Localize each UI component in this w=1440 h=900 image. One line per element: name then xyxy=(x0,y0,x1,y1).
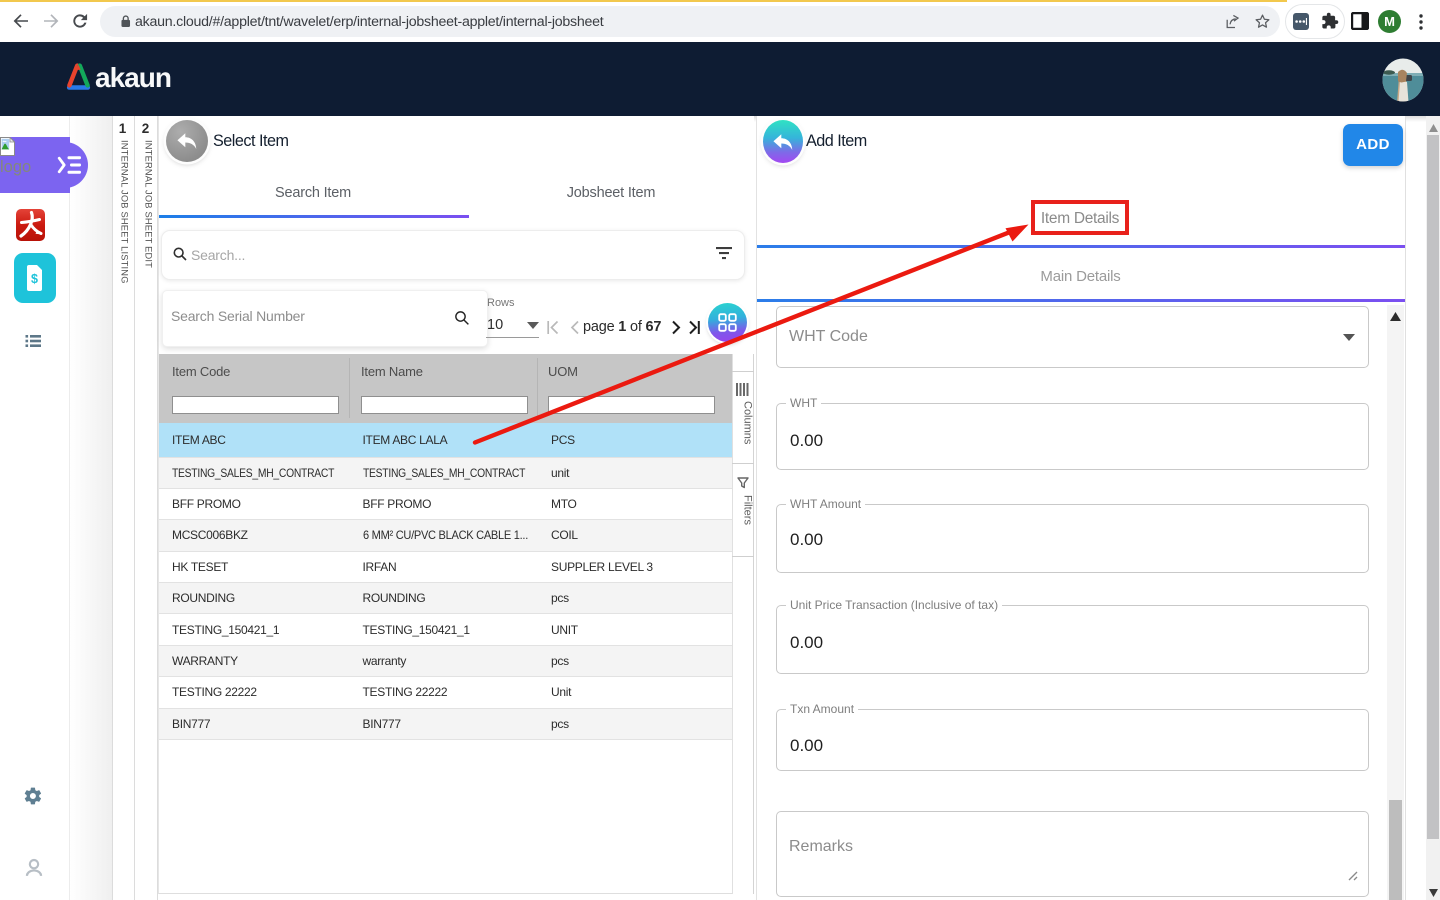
svg-text:$: $ xyxy=(31,272,38,286)
